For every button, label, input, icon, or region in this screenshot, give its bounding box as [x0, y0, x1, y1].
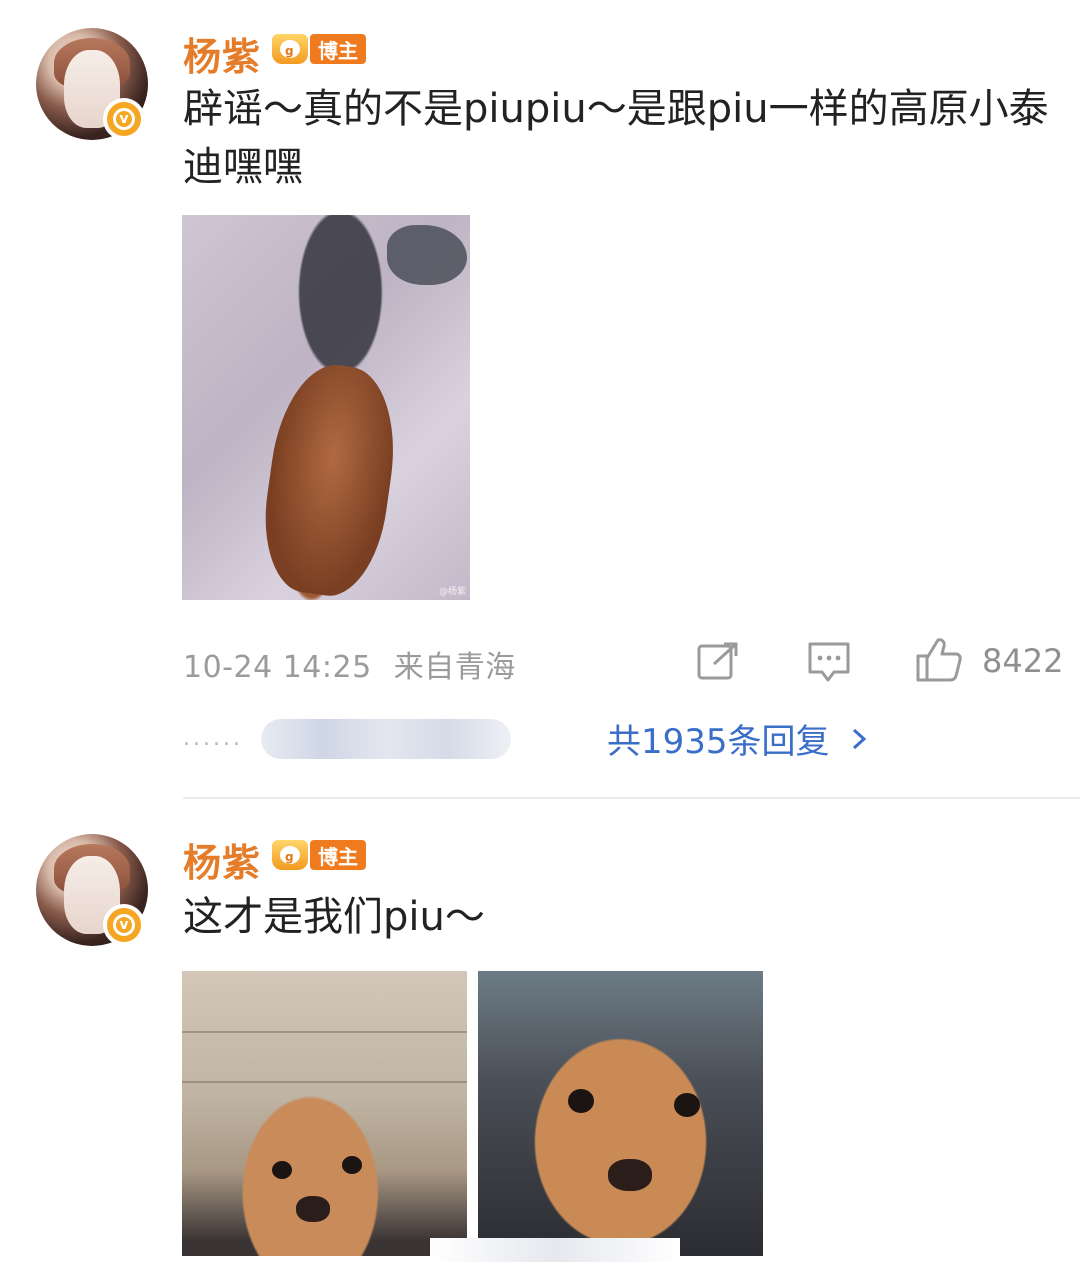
blogger-tag: 博主: [310, 840, 366, 870]
post-text: 这才是我们piu～: [183, 894, 485, 940]
post-photo-1[interactable]: [182, 971, 467, 1256]
post-photo-2[interactable]: [478, 971, 763, 1256]
username[interactable]: 杨紫: [183, 832, 261, 887]
post-2: v 杨紫 g 博主 这才是我们piu～: [0, 0, 1080, 1269]
blogger-badge: g 博主: [268, 838, 366, 872]
crown-icon: g: [268, 838, 314, 872]
bottom-blur: [430, 1238, 680, 1262]
verified-v-icon: v: [103, 904, 145, 946]
